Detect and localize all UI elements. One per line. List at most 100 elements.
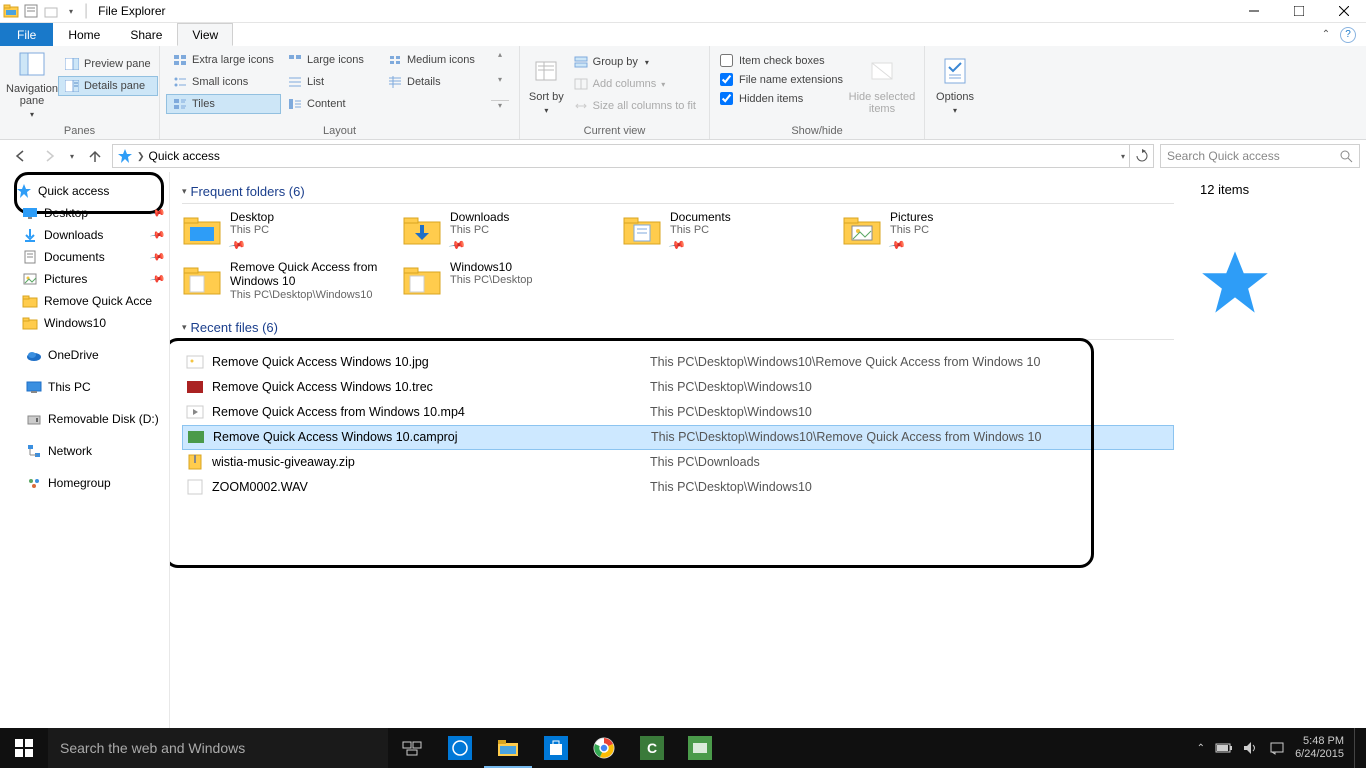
navigation-pane-button[interactable]: Navigation pane ▾ xyxy=(6,50,58,120)
nav-network[interactable]: Network xyxy=(0,440,169,462)
quick-access-star-icon xyxy=(1200,247,1260,307)
item-check-boxes-checkbox[interactable]: Item check boxes xyxy=(716,52,847,69)
tab-home[interactable]: Home xyxy=(53,23,115,46)
medium-icons-button[interactable]: Medium icons xyxy=(381,50,491,70)
folder-item[interactable]: Downloads This PC 📌 xyxy=(402,210,602,252)
qat-dropdown-icon[interactable]: ▾ xyxy=(62,2,80,20)
svg-text:C: C xyxy=(647,740,657,756)
preview-pane-button[interactable]: Preview pane xyxy=(58,54,158,74)
extra-large-icons-button[interactable]: Extra large icons xyxy=(166,50,281,70)
recent-locations-button[interactable]: ▾ xyxy=(66,145,78,167)
qat-properties-icon[interactable] xyxy=(22,2,40,20)
tray-up-icon[interactable]: ⌃ xyxy=(1197,743,1205,754)
add-columns-button[interactable]: Add columns ▾ xyxy=(567,74,703,94)
tray-volume-icon[interactable] xyxy=(1243,741,1259,755)
taskbar-explorer[interactable] xyxy=(484,728,532,768)
folder-location: This PC\Desktop xyxy=(450,274,533,287)
folder-name: Pictures xyxy=(890,210,933,224)
folder-item[interactable]: Remove Quick Access from Windows 10 This… xyxy=(182,260,382,302)
search-input[interactable]: Search Quick access xyxy=(1160,144,1360,168)
start-button[interactable] xyxy=(0,728,48,768)
show-desktop-button[interactable] xyxy=(1354,728,1360,768)
nav-documents[interactable]: Documents📌 xyxy=(0,246,169,268)
taskbar-clock[interactable]: 5:48 PM 6/24/2015 xyxy=(1295,735,1344,761)
chevron-down-icon: ▾ xyxy=(953,107,957,116)
list-button[interactable]: List xyxy=(281,72,381,92)
folder-item[interactable]: Desktop This PC 📌 xyxy=(182,210,382,252)
nav-remove-quick[interactable]: Remove Quick Acce xyxy=(0,290,169,312)
layout-scroll-down-icon[interactable]: ▾ xyxy=(491,75,509,84)
details-pane-button[interactable]: Details pane xyxy=(58,76,158,96)
small-icons-button[interactable]: Small icons xyxy=(166,72,281,92)
tab-share[interactable]: Share xyxy=(115,23,177,46)
qat-new-folder-icon[interactable] xyxy=(42,2,60,20)
options-button[interactable]: Options ▾ xyxy=(931,50,979,120)
recent-files-header[interactable]: ▾ Recent files (6) xyxy=(182,316,1174,340)
back-button[interactable] xyxy=(10,145,32,167)
nav-homegroup[interactable]: Homegroup xyxy=(0,472,169,494)
address-dropdown-icon[interactable]: ▾ xyxy=(1121,152,1125,161)
pin-icon: 📌 xyxy=(227,236,244,254)
search-icon xyxy=(1339,149,1353,163)
taskbar-store[interactable] xyxy=(532,728,580,768)
address-bar[interactable]: ❯ Quick access ▾ xyxy=(112,144,1130,168)
nav-downloads[interactable]: Downloads📌 xyxy=(0,224,169,246)
task-view-button[interactable] xyxy=(388,728,436,768)
hide-selected-items-button[interactable]: Hide selected items xyxy=(847,50,917,120)
nav-pictures[interactable]: Pictures📌 xyxy=(0,268,169,290)
layout-expand-icon[interactable]: ▾ xyxy=(491,100,509,110)
tab-view[interactable]: View xyxy=(177,23,233,46)
breadcrumb[interactable]: Quick access xyxy=(149,149,220,163)
layout-scroll-up-icon[interactable]: ▴ xyxy=(491,50,509,59)
nav-removable-disk[interactable]: Removable Disk (D:) xyxy=(0,408,169,430)
forward-button[interactable] xyxy=(38,145,60,167)
hidden-items-checkbox[interactable]: Hidden items xyxy=(716,90,847,107)
refresh-button[interactable] xyxy=(1130,144,1154,168)
nav-this-pc[interactable]: This PC xyxy=(0,376,169,398)
navigation-pane: Quick access Desktop📌 Downloads📌 Documen… xyxy=(0,172,170,748)
help-icon[interactable]: ? xyxy=(1340,27,1356,43)
large-icons-button[interactable]: Large icons xyxy=(281,50,381,70)
hide-selected-label: Hide selected items xyxy=(847,91,917,115)
tray-battery-icon[interactable] xyxy=(1215,742,1233,754)
taskbar-chrome[interactable] xyxy=(580,728,628,768)
folder-item[interactable]: Windows10 This PC\Desktop xyxy=(402,260,602,302)
close-button[interactable] xyxy=(1321,0,1366,23)
nav-desktop[interactable]: Desktop📌 xyxy=(0,202,169,224)
network-icon xyxy=(26,443,42,459)
folder-name: Desktop xyxy=(230,210,274,224)
up-button[interactable] xyxy=(84,145,106,167)
taskbar-camtasia-2[interactable] xyxy=(676,728,724,768)
ribbon-tabs: File Home Share View ⌃ ? xyxy=(0,23,1366,46)
pin-icon: 📌 xyxy=(149,205,166,221)
minimize-button[interactable] xyxy=(1231,0,1276,23)
folder-name: Windows10 xyxy=(450,260,533,274)
tiles-button[interactable]: Tiles xyxy=(166,94,281,114)
chevron-right-icon[interactable]: ❯ xyxy=(137,151,145,162)
taskbar-search[interactable]: Search the web and Windows xyxy=(48,728,388,768)
content-button[interactable]: Content xyxy=(281,94,381,114)
taskbar-camtasia[interactable]: C xyxy=(628,728,676,768)
details-view-button[interactable]: Details xyxy=(381,72,491,92)
tab-file[interactable]: File xyxy=(0,23,53,46)
folder-location: This PC xyxy=(670,224,731,237)
tray-notifications-icon[interactable] xyxy=(1269,741,1285,755)
maximize-button[interactable] xyxy=(1276,0,1321,23)
nav-onedrive[interactable]: OneDrive xyxy=(0,344,169,366)
taskbar-edge[interactable] xyxy=(436,728,484,768)
group-by-button[interactable]: Group by ▾ xyxy=(567,52,703,72)
frequent-folders-header[interactable]: ▾ Frequent folders (6) xyxy=(182,180,1174,204)
folder-location: This PC\Desktop\Windows10 xyxy=(230,289,382,302)
folder-item[interactable]: Documents This PC 📌 xyxy=(622,210,822,252)
nav-windows10[interactable]: Windows10 xyxy=(0,312,169,334)
search-placeholder: Search Quick access xyxy=(1167,149,1280,163)
folder-item[interactable]: Pictures This PC 📌 xyxy=(842,210,1042,252)
quick-access-toolbar: ▾ | xyxy=(0,2,90,20)
folder-icon xyxy=(842,210,882,250)
size-columns-button[interactable]: Size all columns to fit xyxy=(567,96,703,116)
nav-quick-access[interactable]: Quick access xyxy=(0,180,169,202)
pin-icon: 📌 xyxy=(149,249,166,265)
ribbon-collapse-icon[interactable]: ⌃ xyxy=(1318,27,1334,43)
file-name-extensions-checkbox[interactable]: File name extensions xyxy=(716,71,847,88)
sort-by-button[interactable]: Sort by ▾ xyxy=(526,50,567,120)
